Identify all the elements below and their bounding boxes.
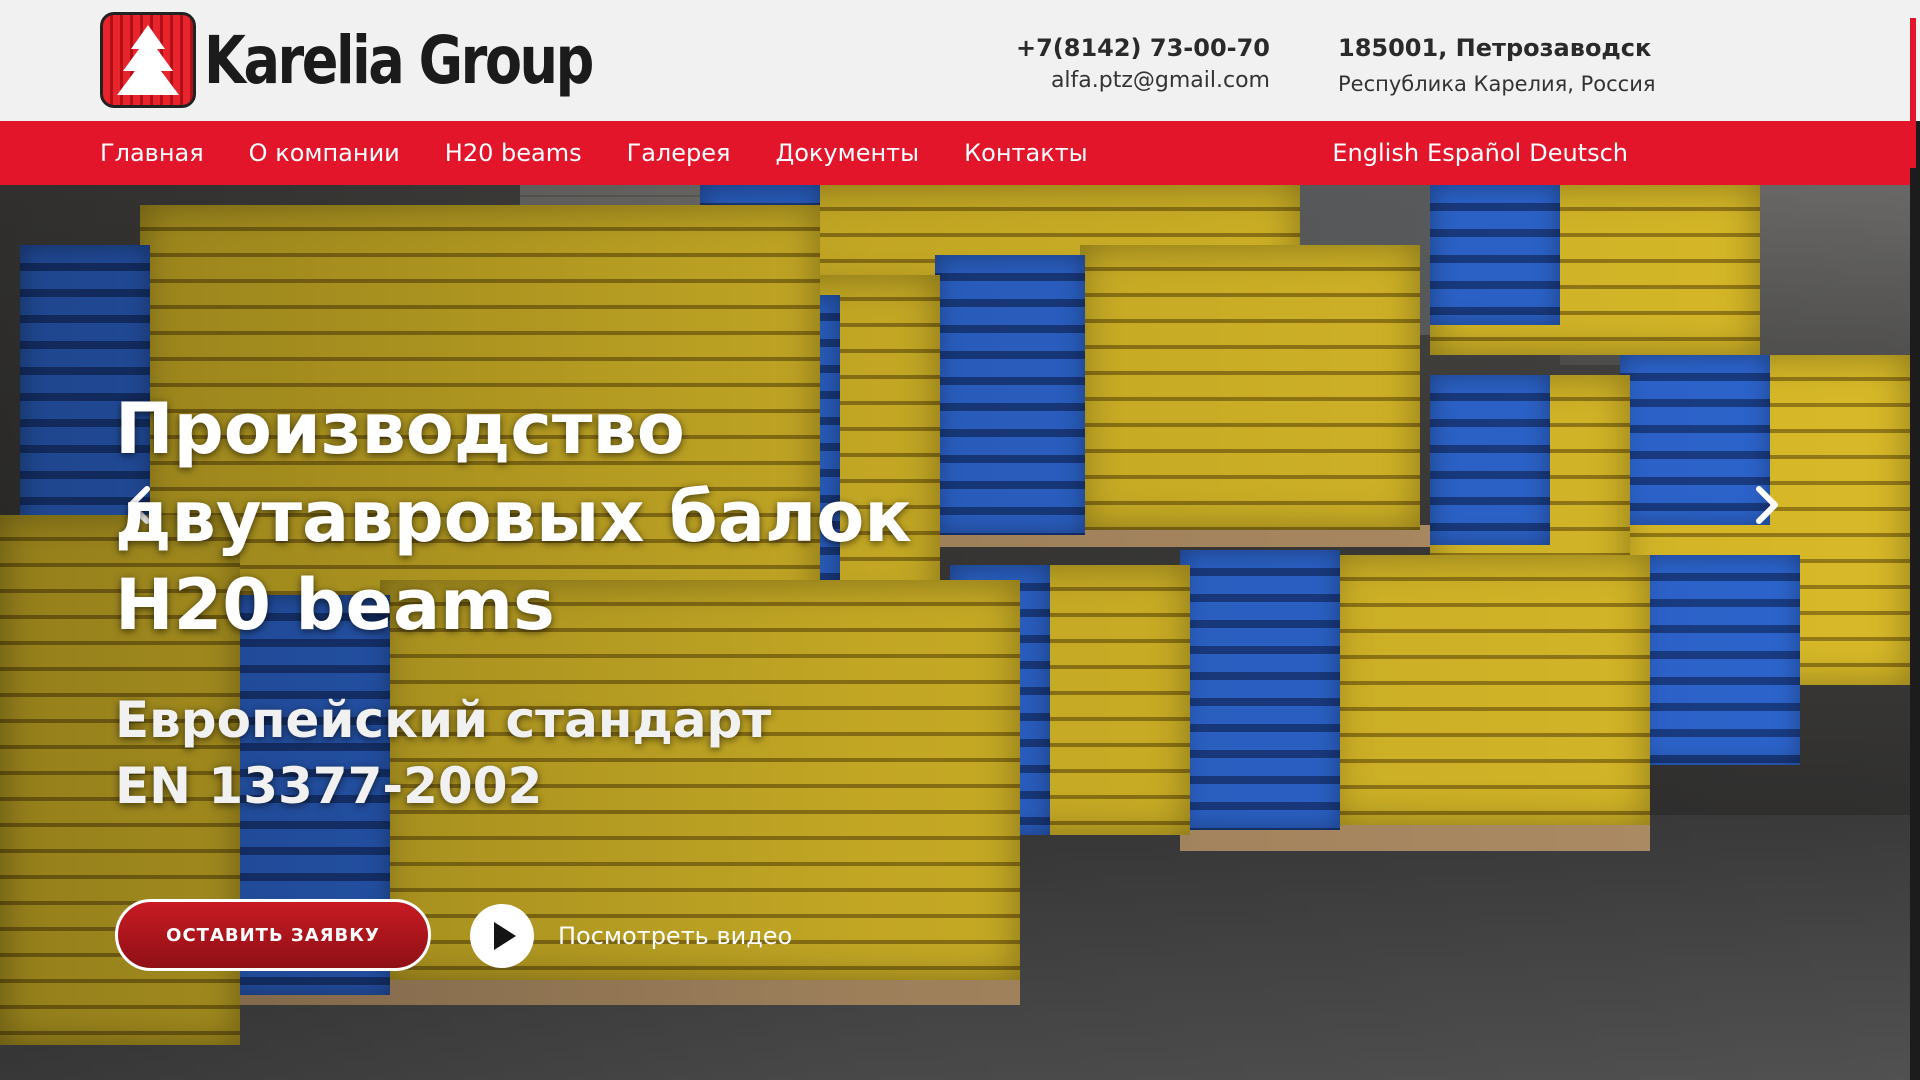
logo[interactable]: Karelia Group (100, 12, 677, 108)
lang-english[interactable]: English (1332, 139, 1419, 167)
hero-subtitle-line: EN 13377-2002 (115, 757, 543, 815)
hero-subtitle-line: Европейский стандарт (115, 691, 772, 749)
nav-item-h20-beams[interactable]: H20 beams (445, 139, 582, 167)
nav-item-about[interactable]: О компании (249, 139, 400, 167)
nav-item-documents[interactable]: Документы (775, 139, 919, 167)
play-icon (470, 904, 534, 968)
hero-title-line: Производство (115, 388, 685, 470)
slider-next-button[interactable] (1746, 485, 1786, 525)
language-switcher: English Español Deutsch (1332, 121, 1628, 185)
leave-request-button[interactable]: ОСТАВИТЬ ЗАЯВКУ (115, 899, 431, 971)
nav-item-contacts[interactable]: Контакты (964, 139, 1088, 167)
spruce-tree-logo-icon (100, 12, 196, 108)
nav-item-gallery[interactable]: Галерея (627, 139, 731, 167)
site-header: Karelia Group +7(8142) 73-00-70 alfa.ptz… (0, 0, 1920, 121)
hero-title-line: двутавровых балок (115, 476, 912, 558)
watch-video-button[interactable]: Посмотреть видео (470, 903, 792, 969)
logo-text: Karelia Group (204, 21, 594, 99)
hero-title: Производство двутавровых балок H20 beams (115, 385, 1015, 649)
lang-deutsch[interactable]: Deutsch (1529, 139, 1628, 167)
hero-subtitle: Европейский стандарт EN 13377-2002 (115, 687, 1015, 819)
nav-list: Главная О компании H20 beams Галерея Док… (100, 121, 1133, 185)
nav-item-home[interactable]: Главная (100, 139, 204, 167)
chevron-right-icon (1756, 486, 1778, 524)
phone-number[interactable]: +7(8142) 73-00-70 (1016, 34, 1270, 62)
hero-slider: Производство двутавровых балок H20 beams… (0, 185, 1910, 1080)
hero-title-line: H20 beams (115, 564, 555, 646)
lang-espanol[interactable]: Español (1427, 139, 1521, 167)
address-region: Республика Карелия, Россия (1338, 72, 1656, 96)
scroll-edge (1910, 18, 1916, 168)
main-nav: Главная О компании H20 beams Галерея Док… (0, 121, 1910, 185)
email-address[interactable]: alfa.ptz@gmail.com (1051, 68, 1270, 93)
address-city: 185001, Петрозаводск (1338, 34, 1652, 62)
watch-video-label: Посмотреть видео (558, 922, 793, 950)
